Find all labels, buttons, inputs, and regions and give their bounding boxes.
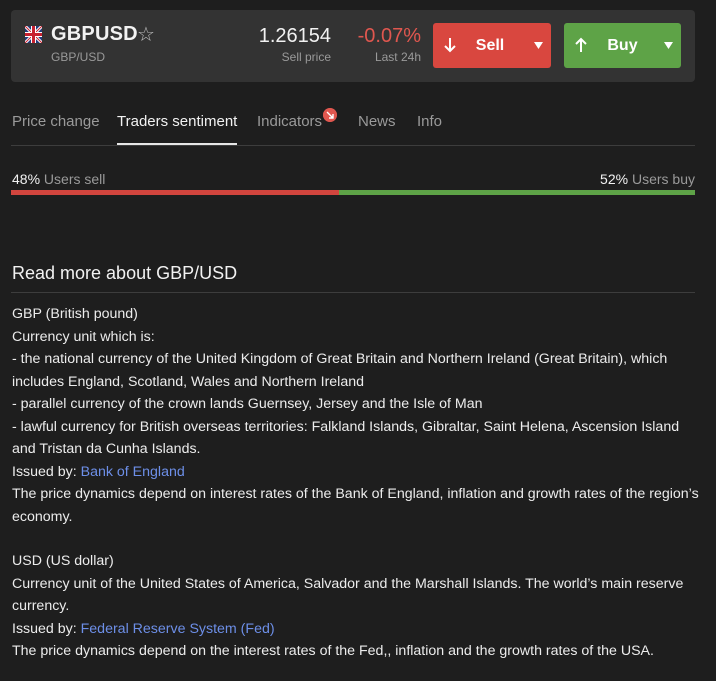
- tab-bar: Price change Traders sentiment Indicator…: [11, 108, 695, 146]
- usd-intro: Currency unit of the United States of Am…: [12, 575, 684, 615]
- users-sell-stat: 48% Users sell: [12, 171, 105, 187]
- instrument-pair: GBP/USD: [51, 50, 106, 64]
- gbp-heading: GBP (British pound): [12, 306, 138, 322]
- usd-issued-by: Issued by: Federal Reserve System (Fed): [12, 618, 702, 641]
- gbp-intro: Currency unit which is:: [12, 328, 155, 345]
- instrument-header: GBPUSD ☆ GBP/USD 1.26154 Sell price -0.0…: [11, 10, 695, 82]
- read-more-title: Read more about GBP/USD: [12, 263, 238, 283]
- sell-price-label: Sell price: [281, 50, 331, 64]
- currency-description: GBP (British pound) Currency unit which …: [12, 303, 702, 663]
- instrument-symbol: GBPUSD: [51, 23, 138, 45]
- instrument-panel: GBPUSD ☆ GBP/USD 1.26154 Sell price -0.0…: [0, 0, 716, 681]
- users-sell-percent: 48%: [12, 171, 41, 187]
- tab-traders-sentiment[interactable]: Traders sentiment: [117, 112, 238, 145]
- users-buy-stat: 52% Users buy: [600, 171, 695, 187]
- usd-dynamics: The price dynamics depend on the interes…: [12, 643, 654, 659]
- chevron-down-icon[interactable]: [534, 42, 543, 49]
- users-sell-label: Users sell: [40, 171, 106, 187]
- sell-button-label: Sell: [475, 37, 505, 54]
- users-buy-label: Users buy: [628, 171, 695, 187]
- star-outline-icon[interactable]: ☆: [137, 23, 155, 47]
- gbp-dynamics: The price dynamics depend on interest ra…: [12, 486, 699, 525]
- tab-news[interactable]: News: [358, 112, 396, 144]
- usd-issued-label: Issued by:: [12, 620, 81, 637]
- tab-info[interactable]: Info: [417, 112, 442, 144]
- arrow-down-right-badge-icon: [323, 108, 337, 122]
- sentiment-bar-sell: [11, 190, 340, 195]
- gbp-issued-by: Issued by: Bank of England: [12, 461, 702, 484]
- gbp-point-1: - the national currency of the United Ki…: [12, 351, 668, 390]
- change-24h-value: -0.07%: [357, 25, 421, 47]
- buy-button[interactable]: Buy: [564, 23, 681, 68]
- gbp-point-3: - lawful currency for British overseas t…: [12, 418, 680, 458]
- tab-price-change[interactable]: Price change: [12, 112, 100, 144]
- uk-flag-icon: [25, 26, 42, 43]
- chevron-down-icon[interactable]: [664, 42, 673, 49]
- divider: [11, 292, 695, 293]
- change-24h-label: Last 24h: [374, 50, 421, 64]
- gbp-point-2: - parallel currency of the crown lands G…: [12, 396, 483, 412]
- gbp-issued-label: Issued by:: [12, 463, 81, 480]
- users-buy-percent: 52%: [600, 171, 629, 187]
- sentiment-bar: [11, 190, 695, 195]
- sentiment-bar-buy: [339, 190, 695, 195]
- federal-reserve-link[interactable]: Federal Reserve System (Fed): [81, 621, 275, 637]
- bank-of-england-link[interactable]: Bank of England: [81, 464, 185, 480]
- sell-button[interactable]: Sell: [433, 23, 551, 68]
- usd-heading: USD (US dollar): [12, 553, 114, 569]
- sell-price-value: 1.26154: [258, 25, 331, 47]
- tab-indicators[interactable]: Indicators: [257, 112, 322, 144]
